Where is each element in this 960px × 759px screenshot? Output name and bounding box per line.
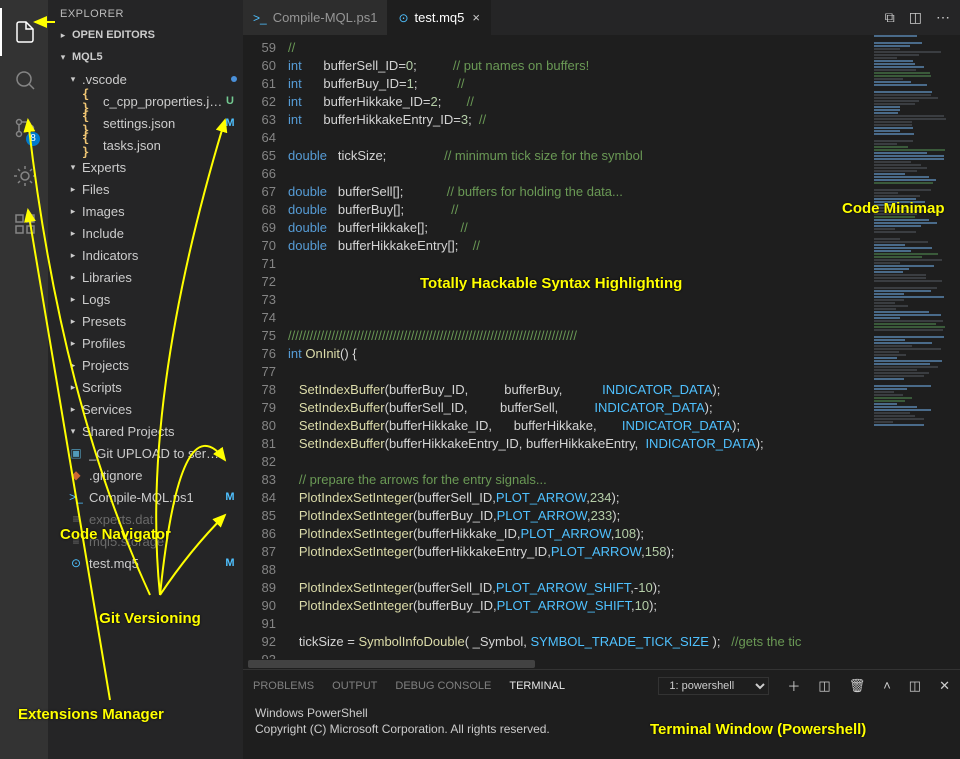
folder-item[interactable]: ▸Presets [48, 310, 243, 332]
panel-tab[interactable]: TERMINAL [509, 680, 565, 692]
file-item[interactable]: ◆.gitignore [48, 464, 243, 486]
maximize-panel-icon[interactable]: ˄ [883, 678, 891, 693]
folder-item[interactable]: ▸Profiles [48, 332, 243, 354]
panel-tab[interactable]: OUTPUT [332, 680, 377, 692]
explorer-icon[interactable] [0, 8, 48, 56]
json-icon: { } [82, 131, 98, 159]
kill-terminal-icon[interactable]: 🗑 [849, 678, 866, 694]
cmd-icon: ▣ [68, 446, 84, 460]
file-item[interactable]: ≡mql5.storage [48, 530, 243, 552]
folder-item[interactable]: ▸Projects [48, 354, 243, 376]
terminal-selector[interactable]: 1: powershell [658, 677, 769, 695]
bottom-panel: PROBLEMS OUTPUT DEBUG CONSOLE TERMINAL 1: p… [243, 669, 960, 759]
file-item[interactable]: { }settings.jsonM [48, 112, 243, 134]
file-tree: ▸OPEN EDITORS ▾MQL5 ▾.vscode { }c_cpp_pr… [48, 24, 243, 759]
folder-item[interactable]: ▸Logs [48, 288, 243, 310]
file-item[interactable]: ▣_Git UPLOAD to server.bat [48, 442, 243, 464]
file-item[interactable]: ⊙test.mq5M [48, 552, 243, 574]
sidebar: EXPLORER ▸OPEN EDITORS ▾MQL5 ▾.vscode { … [48, 0, 243, 759]
toggle-panel-icon[interactable]: ◫ [909, 678, 921, 694]
minimap[interactable] [870, 35, 960, 659]
split-editor-icon[interactable]: ◫ [909, 9, 922, 26]
panel-tab[interactable]: PROBLEMS [253, 680, 314, 692]
open-editors-section[interactable]: ▸OPEN EDITORS [48, 24, 243, 46]
file-item[interactable]: >_Compile-MQL.ps1M [48, 486, 243, 508]
scm-badge: 8 [26, 132, 40, 146]
folder-item[interactable]: ▸Libraries [48, 266, 243, 288]
folder-item[interactable]: ▾Shared Projects [48, 420, 243, 442]
editor-tab[interactable]: >_Compile-MQL.ps1 [243, 0, 388, 35]
folder-vscode[interactable]: ▾.vscode [48, 68, 243, 90]
txt-icon: ≡ [68, 534, 84, 548]
folder-item[interactable]: ▸Include [48, 222, 243, 244]
compare-icon[interactable]: ⧉ [885, 9, 895, 26]
tab-bar: >_Compile-MQL.ps1⊙test.mq5× ⧉ ◫ ⋯ [243, 0, 960, 35]
txt-icon: ≡ [68, 512, 84, 526]
editor-tab[interactable]: ⊙test.mq5× [388, 0, 491, 35]
close-tab-icon[interactable]: × [472, 10, 480, 25]
code-editor[interactable]: 5960616263646566676869707172737475767778… [243, 35, 960, 659]
activity-bar: 8 [0, 0, 48, 759]
line-gutter: 5960616263646566676869707172737475767778… [243, 35, 288, 659]
search-icon[interactable] [0, 56, 48, 104]
mql-icon: ⊙ [68, 556, 84, 570]
sidebar-title: EXPLORER [48, 0, 243, 24]
close-panel-icon[interactable]: ✕ [939, 678, 950, 694]
folder-item[interactable]: ▸Scripts [48, 376, 243, 398]
folder-item[interactable]: ▸Images [48, 200, 243, 222]
panel-tab[interactable]: DEBUG CONSOLE [395, 680, 491, 692]
split-terminal-icon[interactable]: ◫ [818, 678, 830, 694]
debug-icon[interactable] [0, 152, 48, 200]
folder-item[interactable]: ▸Files [48, 178, 243, 200]
file-item[interactable]: { }c_cpp_properties.jsonU [48, 90, 243, 112]
new-terminal-icon[interactable]: ＋ [787, 676, 800, 695]
file-item[interactable]: { }tasks.json [48, 134, 243, 156]
extensions-icon[interactable] [0, 200, 48, 248]
file-item[interactable]: ≡experts.dat [48, 508, 243, 530]
folder-item[interactable]: ▸Indicators [48, 244, 243, 266]
horizontal-scrollbar[interactable] [243, 659, 960, 669]
folder-item[interactable]: ▸Services [48, 398, 243, 420]
git-icon: ◆ [68, 468, 84, 482]
more-icon[interactable]: ⋯ [936, 9, 950, 26]
ps1-icon: >_ [68, 490, 84, 504]
folder-item[interactable]: ▾Experts [48, 156, 243, 178]
code-area[interactable]: //int bufferSell_ID=0; // put names on b… [288, 35, 870, 659]
root-folder[interactable]: ▾MQL5 [48, 46, 243, 68]
source-control-icon[interactable]: 8 [0, 104, 48, 152]
terminal-body[interactable]: Windows PowerShell Copyright (C) Microso… [243, 701, 960, 759]
